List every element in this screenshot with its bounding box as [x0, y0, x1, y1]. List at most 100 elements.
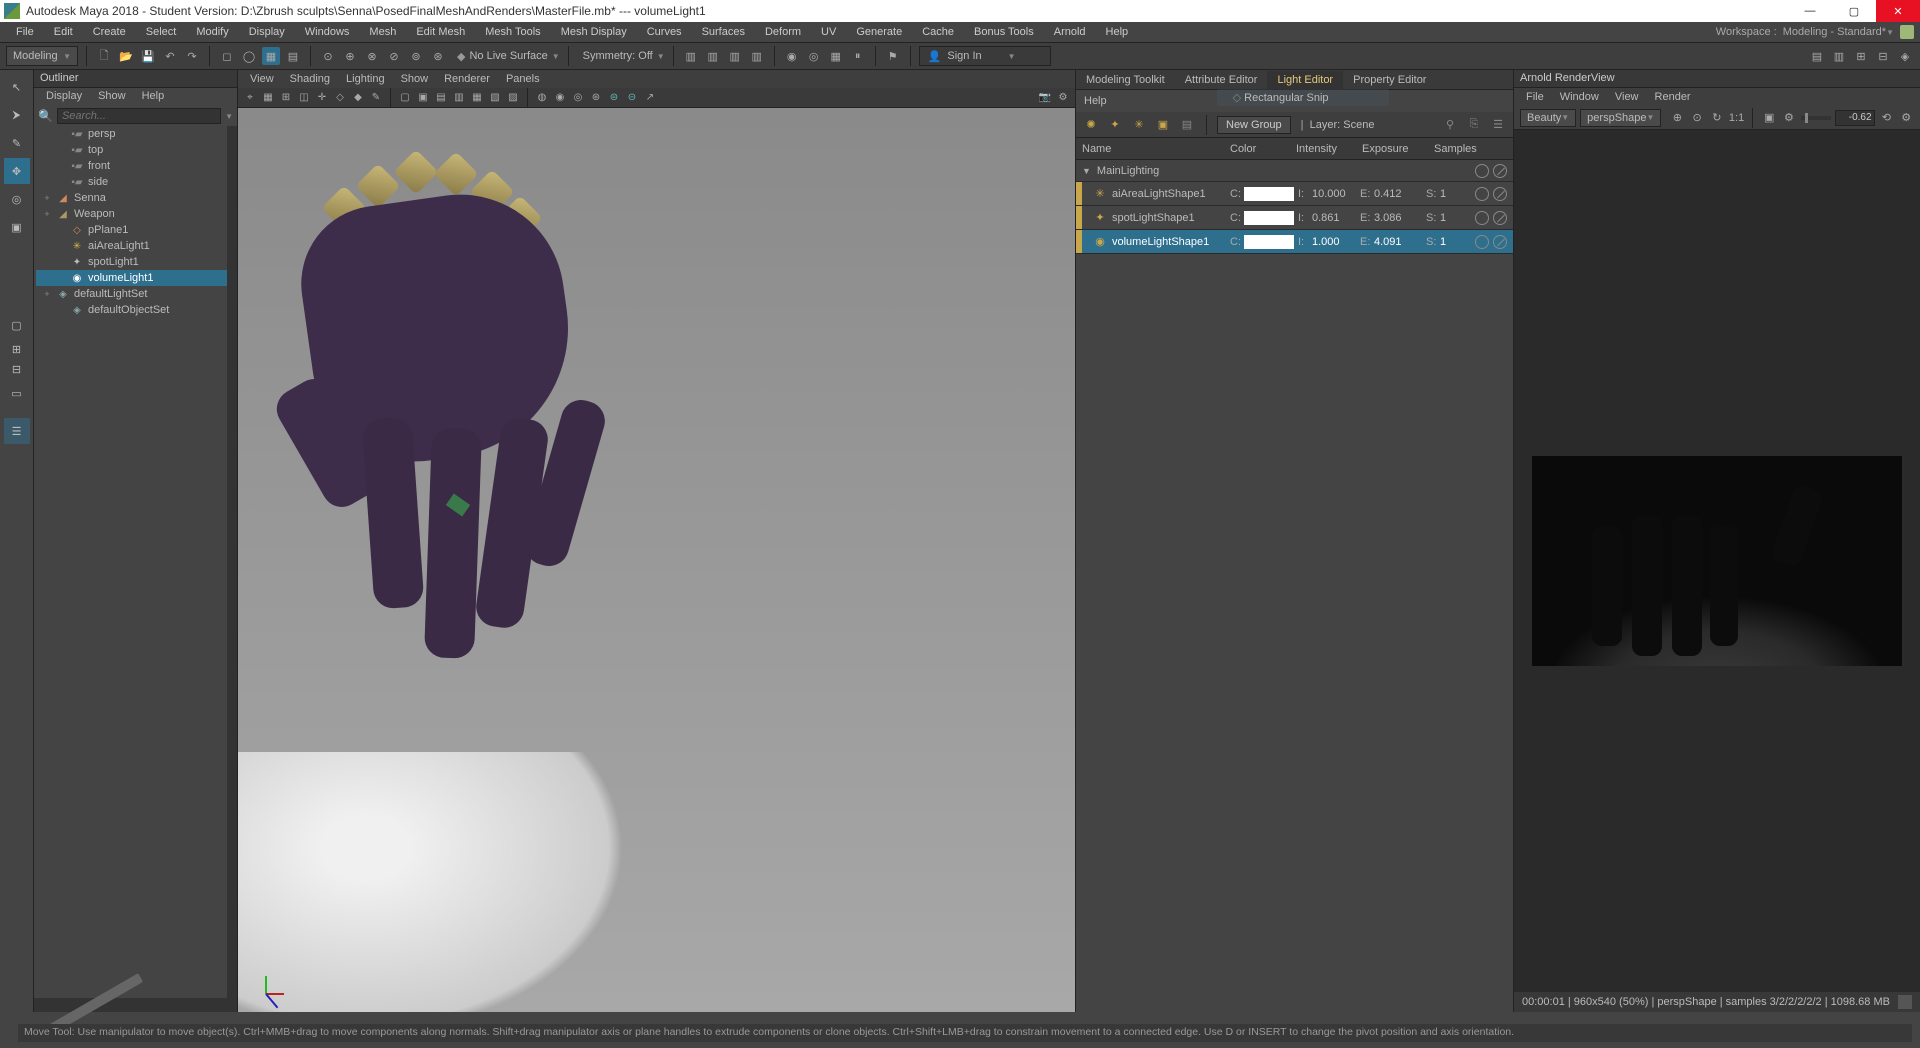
select-tool-icon[interactable]: ↖: [4, 74, 30, 100]
vp-ic-11[interactable]: ▤: [433, 90, 449, 106]
outliner-tree[interactable]: ▪▰persp▪▰top▪▰front▪▰side+◢Senna+◢Weapon…: [34, 126, 227, 998]
new-directional-light-icon[interactable]: ✳: [1130, 116, 1148, 134]
layout-single-icon[interactable]: ▢: [4, 312, 30, 338]
menu-deform[interactable]: Deform: [755, 24, 811, 40]
light-isolate-icon[interactable]: [1493, 211, 1507, 225]
timeline-ic4[interactable]: ▥: [748, 47, 766, 65]
layout-two-icon[interactable]: ⊟: [4, 360, 30, 378]
lasso-icon[interactable]: ◯: [240, 47, 258, 65]
vp-ic-5[interactable]: ✛: [314, 90, 330, 106]
rv-ratio-label[interactable]: 1:1: [1729, 109, 1745, 127]
rv-reset-icon[interactable]: ⟲: [1879, 109, 1895, 127]
color-swatch[interactable]: [1244, 235, 1294, 249]
snap-view-icon[interactable]: ⊗: [363, 47, 381, 65]
outliner-item[interactable]: +◈defaultLightSet: [36, 286, 227, 302]
outliner-item[interactable]: ✳aiAreaLight1: [36, 238, 227, 254]
vp-ic-21[interactable]: ⊝: [624, 90, 640, 106]
new-volume-light-icon[interactable]: ▤: [1178, 116, 1196, 134]
save-scene-icon[interactable]: 💾: [139, 47, 157, 65]
no-live-surface[interactable]: ◆ No Live Surface▼: [457, 50, 560, 63]
vp-ic-22[interactable]: ↗: [642, 90, 658, 106]
tab-modeling-toolkit[interactable]: Modeling Toolkit: [1076, 71, 1175, 89]
paint-select-tool-icon[interactable]: ✎: [4, 130, 30, 156]
new-group-button[interactable]: New Group: [1217, 116, 1291, 134]
rv-gear2-icon[interactable]: ⚙: [1898, 109, 1914, 127]
light-isolate-icon[interactable]: [1493, 187, 1507, 201]
timeline-ic2[interactable]: ▥: [704, 47, 722, 65]
col-name[interactable]: Name: [1082, 143, 1230, 155]
outliner-menu-help[interactable]: Help: [136, 90, 171, 104]
vp-ic-cam[interactable]: 📷: [1037, 90, 1053, 106]
rotate-tool-icon[interactable]: ◎: [4, 186, 30, 212]
select-mode-icon[interactable]: ◻: [218, 47, 236, 65]
shelf-ic-c[interactable]: ⊞: [1852, 47, 1870, 65]
color-swatch[interactable]: [1244, 211, 1294, 225]
outliner-item[interactable]: +◢Senna: [36, 190, 227, 206]
render-ic2[interactable]: ◎: [805, 47, 823, 65]
maximize-button[interactable]: ▢: [1832, 0, 1876, 22]
snap-point-icon[interactable]: ⊙: [319, 47, 337, 65]
tab-property-editor[interactable]: Property Editor: [1343, 71, 1436, 89]
outliner-item[interactable]: ◉volumeLight1: [36, 270, 227, 286]
vp-ic-14[interactable]: ▧: [487, 90, 503, 106]
menu-display[interactable]: Display: [239, 24, 295, 40]
menu-bonustools[interactable]: Bonus Tools: [964, 24, 1044, 40]
vp-ic-15[interactable]: ▨: [505, 90, 521, 106]
outliner-item[interactable]: ✦spotLight1: [36, 254, 227, 270]
snap-plane-icon[interactable]: ⊕: [341, 47, 359, 65]
editor-help-menu[interactable]: Help: [1084, 95, 1107, 107]
scale-tool-icon[interactable]: ▣: [4, 214, 30, 240]
le-snapshot-icon[interactable]: ⎘: [1465, 116, 1483, 134]
snap-curve-icon[interactable]: ▤: [284, 47, 302, 65]
col-exposure[interactable]: Exposure: [1362, 143, 1434, 155]
menu-meshtools[interactable]: Mesh Tools: [475, 24, 550, 40]
menu-file[interactable]: File: [6, 24, 44, 40]
outliner-vscrollbar[interactable]: [227, 126, 237, 998]
menu-uv[interactable]: UV: [811, 24, 846, 40]
menu-arnold[interactable]: Arnold: [1044, 24, 1096, 40]
layout-four-icon[interactable]: ⊞: [4, 340, 30, 358]
light-group-row[interactable]: ▼ MainLighting: [1076, 160, 1513, 182]
rv-exposure-slider[interactable]: [1801, 116, 1831, 120]
menu-select[interactable]: Select: [136, 24, 187, 40]
menu-surfaces[interactable]: Surfaces: [692, 24, 755, 40]
menu-help[interactable]: Help: [1096, 24, 1139, 40]
redo-icon[interactable]: ↷: [183, 47, 201, 65]
light-isolate-icon[interactable]: [1493, 235, 1507, 249]
vp-ic-12[interactable]: ▥: [451, 90, 467, 106]
color-swatch[interactable]: [1244, 187, 1294, 201]
move-tool-icon[interactable]: ✥: [4, 158, 30, 184]
light-enable-icon[interactable]: [1475, 187, 1489, 201]
vp-ic-1[interactable]: ⌖: [242, 90, 258, 106]
lock-icon[interactable]: [1900, 25, 1914, 39]
shelf-ic-e[interactable]: ◈: [1896, 47, 1914, 65]
light-row[interactable]: ✦spotLightShape1C:I:0.861E:3.086S:1: [1076, 206, 1513, 230]
menuset-dropdown[interactable]: Modeling▼: [6, 46, 78, 66]
rv-menu-file[interactable]: File: [1520, 91, 1550, 103]
rv-crosshair-icon[interactable]: ⊕: [1669, 109, 1685, 127]
layout-persp-icon[interactable]: ▭: [4, 380, 30, 406]
vp-menu-view[interactable]: View: [244, 73, 280, 85]
vp-ic-9[interactable]: ▢: [397, 90, 413, 106]
outliner-item[interactable]: ▪▰persp: [36, 126, 227, 142]
outliner-toggle-icon[interactable]: ☰: [4, 418, 30, 444]
col-color[interactable]: Color: [1230, 143, 1296, 155]
rv-save-icon[interactable]: ▣: [1761, 109, 1777, 127]
outliner-menu-display[interactable]: Display: [40, 90, 88, 104]
col-samples[interactable]: Samples: [1434, 143, 1478, 155]
undo-icon[interactable]: ↶: [161, 47, 179, 65]
outliner-item[interactable]: ▪▰side: [36, 174, 227, 190]
shelf-ic-b[interactable]: ▥: [1830, 47, 1848, 65]
menu-modify[interactable]: Modify: [186, 24, 238, 40]
group-isolate-icon[interactable]: [1493, 164, 1507, 178]
col-intensity[interactable]: Intensity: [1296, 143, 1362, 155]
rv-region-icon[interactable]: ⊙: [1689, 109, 1705, 127]
outliner-menu-show[interactable]: Show: [92, 90, 132, 104]
light-enable-icon[interactable]: [1475, 235, 1489, 249]
outliner-item[interactable]: ▪▰front: [36, 158, 227, 174]
snap-proj-icon[interactable]: ⊛: [429, 47, 447, 65]
open-scene-icon[interactable]: 📂: [117, 47, 135, 65]
timeline-ic3[interactable]: ▥: [726, 47, 744, 65]
timeline-ic1[interactable]: ▥: [682, 47, 700, 65]
signin-button[interactable]: 👤 Sign In ▼: [919, 46, 1051, 66]
